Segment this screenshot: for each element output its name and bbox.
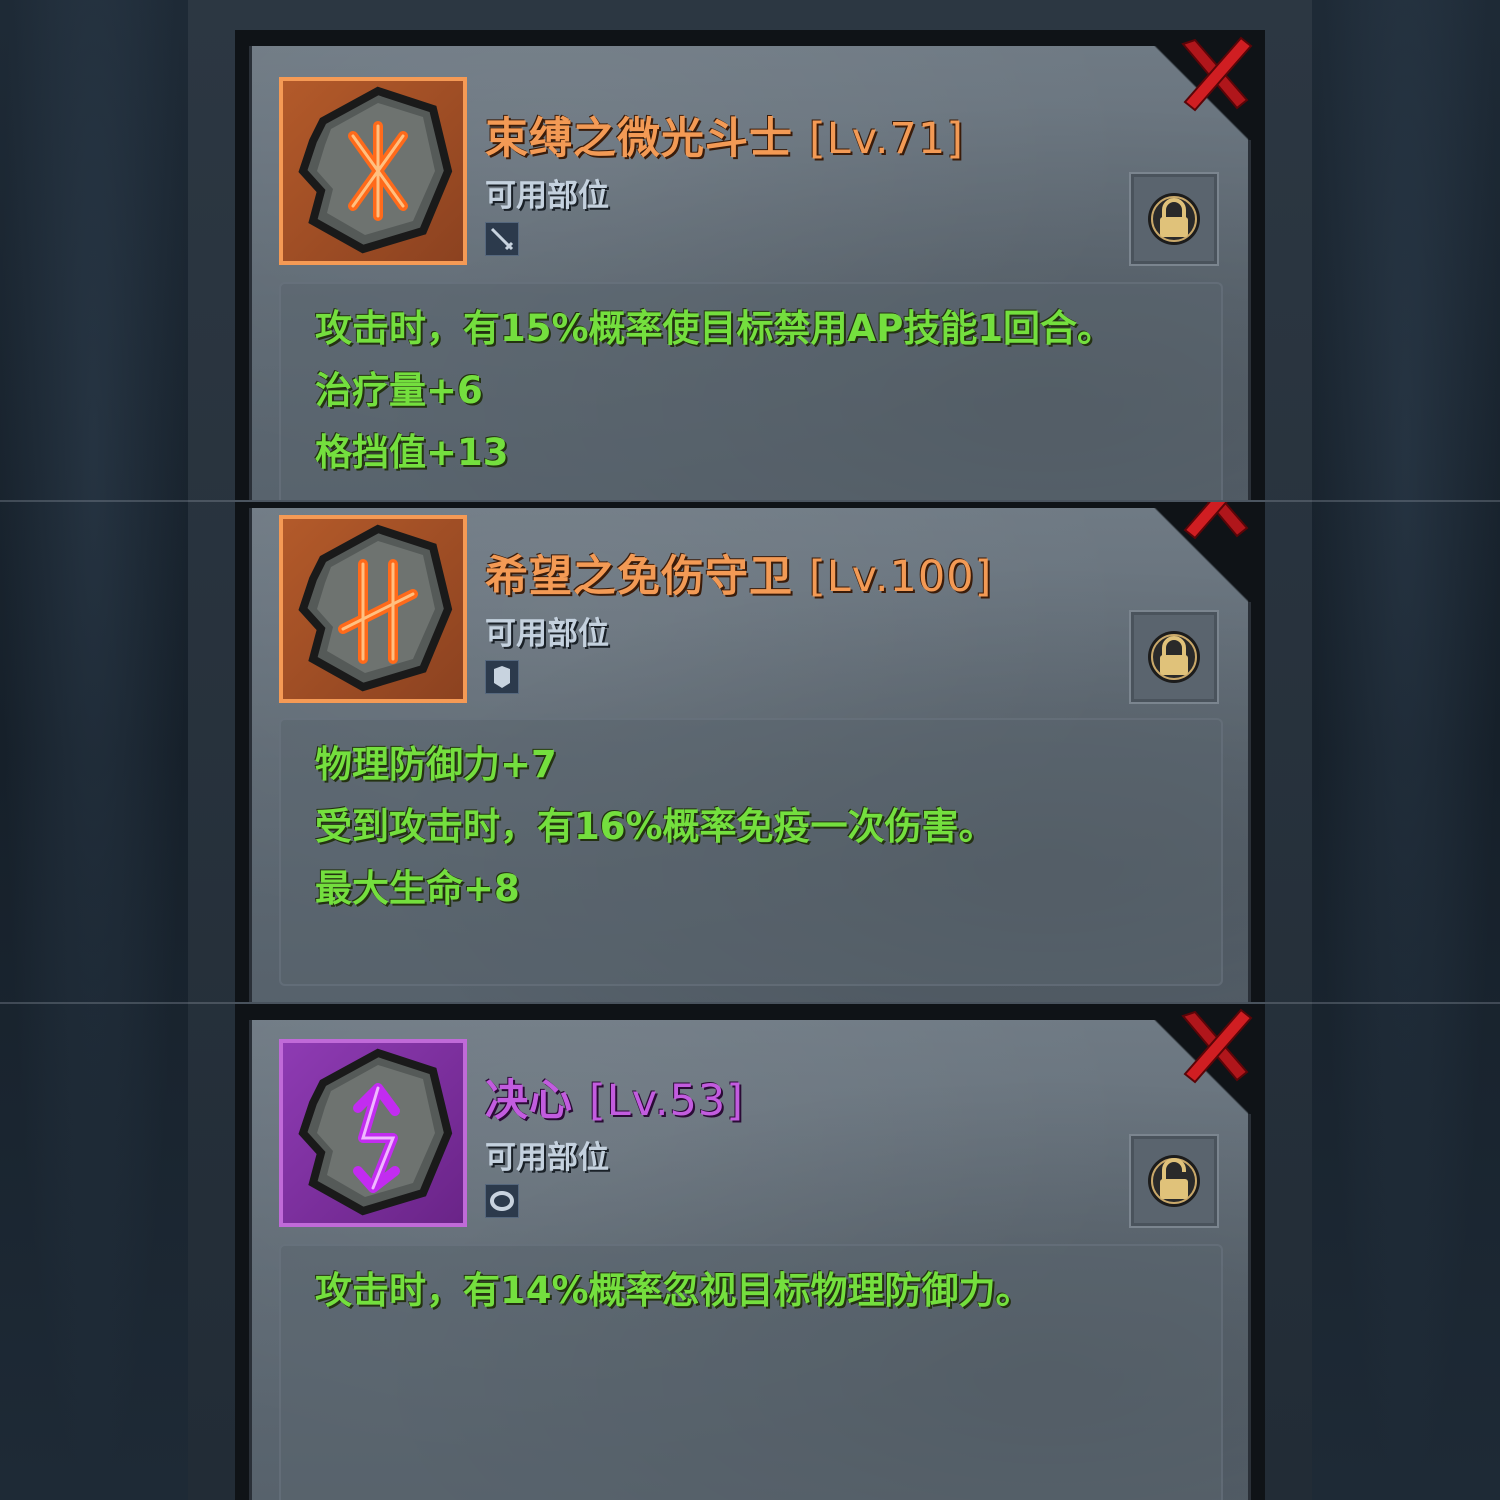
rune-tooltip-panel: 束缚之微光斗士 [Lv.71] 可用部位 攻击时，有15%概率使目标禁用AP技能… (235, 0, 1265, 500)
sword-icon (485, 222, 519, 256)
rune-level: [Lv.53] (588, 1076, 744, 1126)
effects-list: 攻击时，有15%概率使目标禁用AP技能1回合。 治疗量+6 格挡值+13 (315, 298, 1114, 484)
lock-toggle[interactable] (1129, 1134, 1219, 1228)
rune-icon-frame[interactable] (279, 515, 467, 703)
rune-icon-frame[interactable] (279, 1039, 467, 1227)
rune-level: [Lv.71] (808, 114, 964, 164)
effect-line: 治疗量+6 (315, 369, 483, 412)
close-button[interactable] (1175, 1006, 1255, 1086)
panel-divider (0, 500, 1500, 502)
effect-line: 攻击时，有14%概率忽视目标物理防御力。 (315, 1269, 1033, 1312)
effects-list: 攻击时，有14%概率忽视目标物理防御力。 (315, 1260, 1033, 1322)
slot-label: 可用部位 (485, 1140, 609, 1176)
effect-line: 最大生命+8 (315, 867, 520, 910)
panel-divider (0, 1002, 1500, 1004)
rune-title: 束缚之微光斗士 [Lv.71] (485, 104, 964, 166)
lock-icon (1148, 193, 1200, 245)
rune-name: 决心 (485, 1076, 573, 1126)
armor-icon (485, 660, 519, 694)
rune-title: 希望之免伤守卫 [Lv.100] (485, 542, 992, 604)
background-right (1312, 0, 1500, 1500)
effect-line: 格挡值+13 (315, 431, 509, 474)
lock-toggle[interactable] (1129, 610, 1219, 704)
rune-stone-icon (298, 1048, 453, 1216)
effect-line: 受到攻击时，有16%概率免疫一次伤害。 (315, 805, 996, 848)
rune-icon-frame[interactable] (279, 77, 467, 265)
slot-label: 可用部位 (485, 178, 609, 214)
unlock-icon (1148, 1155, 1200, 1207)
close-icon (1181, 36, 1253, 112)
rune-level: [Lv.100] (808, 552, 993, 602)
rune-stone-icon (298, 524, 453, 692)
rune-tooltip-panel: 希望之免伤守卫 [Lv.100] 可用部位 物理防御力+7 受到攻击时，有16%… (235, 502, 1265, 1002)
effects-list: 物理防御力+7 受到攻击时，有16%概率免疫一次伤害。 最大生命+8 (315, 734, 996, 920)
effect-line: 攻击时，有15%概率使目标禁用AP技能1回合。 (315, 307, 1115, 350)
rune-stone-icon (298, 86, 453, 254)
rune-name: 束缚之微光斗士 (485, 114, 793, 164)
ring-icon (485, 1184, 519, 1218)
rune-title: 决心 [Lv.53] (485, 1066, 744, 1128)
lock-toggle[interactable] (1129, 172, 1219, 266)
lock-icon (1148, 631, 1200, 683)
background-left (0, 0, 188, 1500)
effect-line: 物理防御力+7 (315, 743, 557, 786)
close-button[interactable] (1175, 34, 1255, 114)
rune-name: 希望之免伤守卫 (485, 552, 793, 602)
close-icon (1183, 502, 1249, 540)
rune-tooltip-panel: 决心 [Lv.53] 可用部位 攻击时，有14%概率忽视目标物理防御力。 (235, 1004, 1265, 1500)
close-button[interactable] (1175, 502, 1255, 542)
close-icon (1181, 1008, 1253, 1084)
slot-label: 可用部位 (485, 616, 609, 652)
